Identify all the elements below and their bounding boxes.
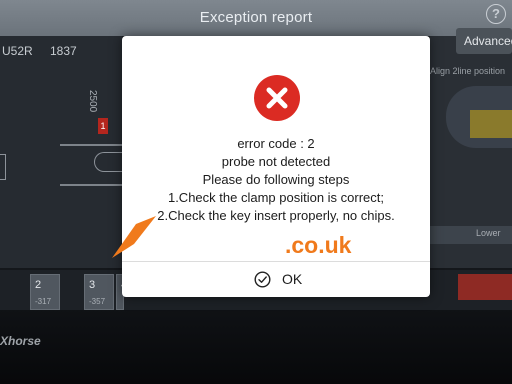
- ok-button[interactable]: OK: [122, 262, 430, 297]
- ok-label: OK: [282, 271, 303, 287]
- key-number-label: 1837: [50, 44, 77, 58]
- red-tag: 1: [98, 118, 108, 134]
- watermark-brand: Xhorse: [156, 228, 264, 261]
- help-icon[interactable]: ?: [486, 4, 506, 24]
- brand-logo: Xhorse: [0, 334, 41, 348]
- instruction-step-2: 2.Check the key insert properly, no chip…: [157, 208, 395, 223]
- instruction-heading: Please do following steps: [202, 172, 350, 187]
- title-bar: Exception report ?: [0, 0, 512, 36]
- right-option-label: Lower: [476, 228, 501, 238]
- red-action-tab[interactable]: [458, 274, 512, 300]
- watermark-logo-icon: [106, 214, 162, 262]
- align-label: Align 2line position: [430, 66, 506, 76]
- cut-tab-number: 2: [35, 279, 42, 291]
- key-model-label: U52R: [2, 44, 33, 58]
- error-code-text: error code : 2: [237, 136, 315, 151]
- app-screen: Exception report ? U52R 1837 2500 1 Adva…: [0, 0, 512, 384]
- clamp-highlight: [470, 110, 512, 138]
- key-blade-shape: [94, 152, 122, 172]
- cut-tab-number: 3: [89, 279, 96, 291]
- blade-guide-line: [60, 144, 122, 146]
- cut-tab-depth: -317: [35, 297, 52, 306]
- watermark-domain: .co.uk: [285, 232, 352, 258]
- cut-tab[interactable]: 2 -317: [30, 274, 60, 310]
- cut-tab-depth: -357: [89, 297, 106, 306]
- cut-tab[interactable]: 3 -357: [84, 274, 114, 310]
- dimension-label: 2500: [87, 90, 98, 113]
- clamp-stub: [0, 154, 6, 180]
- error-description: probe not detected: [221, 154, 331, 169]
- instruction-step-1: 1.Check the clamp position is correct;: [167, 190, 385, 205]
- window-title: Exception report: [199, 9, 313, 26]
- error-x-icon: [254, 75, 300, 121]
- check-circle-icon: [254, 271, 271, 288]
- blade-guide-line: [60, 184, 122, 186]
- advanced-button[interactable]: Advanced: [456, 28, 512, 54]
